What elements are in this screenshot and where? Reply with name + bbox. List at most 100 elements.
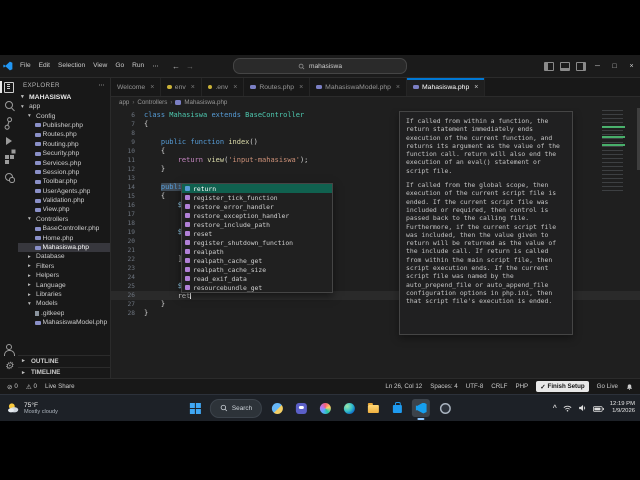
- file-mahasiswa-php[interactable]: Mahasiswa.php: [18, 242, 110, 253]
- toggle-primary-sidebar-icon[interactable]: [544, 61, 554, 71]
- maximize-button[interactable]: □: [606, 63, 623, 70]
- tab-mahasiswamodel-php[interactable]: MahasiswaModel.php ×: [310, 78, 408, 96]
- copilot-taskbar-button[interactable]: [316, 399, 334, 417]
- file-routing-php[interactable]: Routing.php: [18, 140, 110, 149]
- store-taskbar-button[interactable]: [388, 399, 406, 417]
- suggestion-restore-include-path[interactable]: restore_include_path: [182, 220, 332, 229]
- live-share-icon[interactable]: [0, 168, 18, 186]
- menu-file[interactable]: File: [16, 62, 35, 70]
- extensions-icon[interactable]: [0, 150, 18, 168]
- file-session-php[interactable]: Session.php: [18, 168, 110, 177]
- folder-helpers[interactable]: ▸ Helpers: [18, 271, 110, 280]
- eol-sequence[interactable]: CRLF: [487, 379, 511, 394]
- notifications[interactable]: [622, 379, 637, 394]
- finish-setup[interactable]: ✓ Finish Setup: [536, 381, 589, 392]
- suggestion-register-tick-function[interactable]: register_tick_function: [182, 193, 332, 202]
- folder-filters[interactable]: ▸ Filters: [18, 262, 110, 271]
- menu-edit[interactable]: Edit: [35, 62, 54, 70]
- suggestion-realpath-cache-get[interactable]: realpath_cache_get: [182, 256, 332, 265]
- suggestion-resourcebundle-get[interactable]: resourcebundle_get: [182, 283, 332, 292]
- folder-language[interactable]: ▸ Language: [18, 280, 110, 289]
- suggestion-restore-exception-handler[interactable]: restore_exception_handler: [182, 211, 332, 220]
- close-icon[interactable]: ×: [299, 84, 303, 91]
- suggestion-register-shutdown-function[interactable]: register_shutdown_function: [182, 238, 332, 247]
- breadcrumb-mahasiswa-php[interactable]: Mahasiswa.php: [184, 99, 227, 106]
- start-taskbar-button[interactable]: [186, 399, 204, 417]
- suggestion-realpath[interactable]: realpath: [182, 247, 332, 256]
- suggestion-restore-error-handler[interactable]: restore_error_handler: [182, 202, 332, 211]
- indentation[interactable]: Spaces: 4: [426, 379, 462, 394]
- command-center-search[interactable]: mahasiswa: [233, 58, 407, 74]
- file-mahasiswamodel-php[interactable]: MahasiswaModel.php: [18, 318, 110, 327]
- file-routes-php[interactable]: Routes.php: [18, 130, 110, 139]
- folder-models[interactable]: ▾ Models: [18, 299, 110, 308]
- file-toolbar-php[interactable]: Toolbar.php: [18, 177, 110, 186]
- weather-widget[interactable]: 75°F Mostly cloudy: [6, 395, 58, 421]
- problems-warnings[interactable]: ⚠ 0: [22, 379, 41, 394]
- tab-env[interactable]: env ×: [161, 78, 202, 96]
- go-live[interactable]: Go Live: [593, 379, 622, 394]
- toggle-secondary-sidebar-icon[interactable]: [576, 61, 586, 71]
- suggestion-return[interactable]: return: [182, 184, 332, 193]
- battery-icon[interactable]: [592, 399, 604, 417]
- file-validation-php[interactable]: Validation.php: [18, 196, 110, 205]
- chat-taskbar-button[interactable]: [292, 399, 310, 417]
- file-useragents-php[interactable]: UserAgents.php: [18, 187, 110, 196]
- breadcrumb-app[interactable]: app: [119, 99, 129, 106]
- wifi-icon[interactable]: [563, 399, 572, 417]
- folder-libraries[interactable]: ▸ Libraries: [18, 290, 110, 299]
- section-timeline[interactable]: ▸ TIMELINE: [18, 366, 110, 379]
- folder-app[interactable]: ▾ app: [18, 102, 110, 111]
- file-view-php[interactable]: View.php: [18, 205, 110, 214]
- forward-icon[interactable]: →: [186, 62, 194, 71]
- tab-env[interactable]: .env ×: [202, 78, 245, 96]
- folder-database[interactable]: ▸ Database: [18, 252, 110, 261]
- account-icon[interactable]: [0, 340, 18, 358]
- minimize-button[interactable]: ─: [589, 63, 606, 70]
- settings-icon[interactable]: ⚙: [0, 358, 18, 376]
- menu-selection[interactable]: Selection: [54, 62, 89, 70]
- run-and-debug-icon[interactable]: [0, 132, 18, 150]
- file-security-php[interactable]: Security.php: [18, 149, 110, 158]
- screen-recorder-taskbar-button[interactable]: [436, 399, 454, 417]
- widgets-taskbar-button[interactable]: [268, 399, 286, 417]
- close-icon[interactable]: ×: [233, 84, 237, 91]
- hidden-icons-chevron-icon[interactable]: ^: [553, 405, 557, 412]
- file-services-php[interactable]: Services.php: [18, 158, 110, 167]
- live-share[interactable]: Live Share: [41, 379, 79, 394]
- close-icon[interactable]: ×: [396, 84, 400, 91]
- file-explorer-taskbar-button[interactable]: [364, 399, 382, 417]
- search-icon[interactable]: [0, 96, 18, 114]
- edge-taskbar-button[interactable]: [340, 399, 358, 417]
- problems-errors[interactable]: ⊘ 0: [3, 379, 22, 394]
- tab-welcome[interactable]: Welcome ×: [111, 78, 162, 96]
- back-icon[interactable]: ←: [172, 62, 180, 71]
- close-icon[interactable]: ×: [474, 84, 478, 91]
- suggestion-reset[interactable]: reset: [182, 229, 332, 238]
- file-gitkeep[interactable]: .gitkeep: [18, 309, 110, 318]
- toggle-panel-icon[interactable]: [560, 61, 570, 71]
- close-icon[interactable]: ×: [150, 84, 154, 91]
- source-control-icon[interactable]: [0, 114, 18, 132]
- menu-view[interactable]: View: [89, 62, 111, 70]
- close-button[interactable]: ×: [623, 63, 640, 70]
- menu-go[interactable]: Go: [111, 62, 128, 70]
- volume-icon[interactable]: [578, 399, 587, 417]
- workspace-root-folder[interactable]: ▾ MAHASISWA: [18, 92, 110, 102]
- folder-config[interactable]: ▾ Config: [18, 111, 110, 120]
- language-mode[interactable]: PHP: [511, 379, 532, 394]
- cursor-position[interactable]: Ln 26, Col 12: [381, 379, 426, 394]
- file-home-php[interactable]: Home.php: [18, 233, 110, 242]
- vscode-taskbar-button[interactable]: [412, 399, 431, 417]
- suggestion-read-exif-data[interactable]: read_exif_data: [182, 274, 332, 283]
- file-publisher-php[interactable]: Publisher.php: [18, 121, 110, 130]
- taskbar-search[interactable]: Search: [209, 398, 263, 418]
- tab-mahasiswa-php[interactable]: Mahasiswa.php ×: [407, 78, 486, 96]
- minimap[interactable]: [602, 110, 636, 194]
- menu-run[interactable]: Run: [128, 62, 148, 70]
- menu-more[interactable]: ⋯: [148, 62, 163, 70]
- encoding[interactable]: UTF-8: [462, 379, 488, 394]
- section-outline[interactable]: ▸ OUTLINE: [18, 355, 110, 367]
- explorer-actions-icon[interactable]: ⋯: [98, 82, 105, 89]
- suggestion-realpath-cache-size[interactable]: realpath_cache_size: [182, 265, 332, 274]
